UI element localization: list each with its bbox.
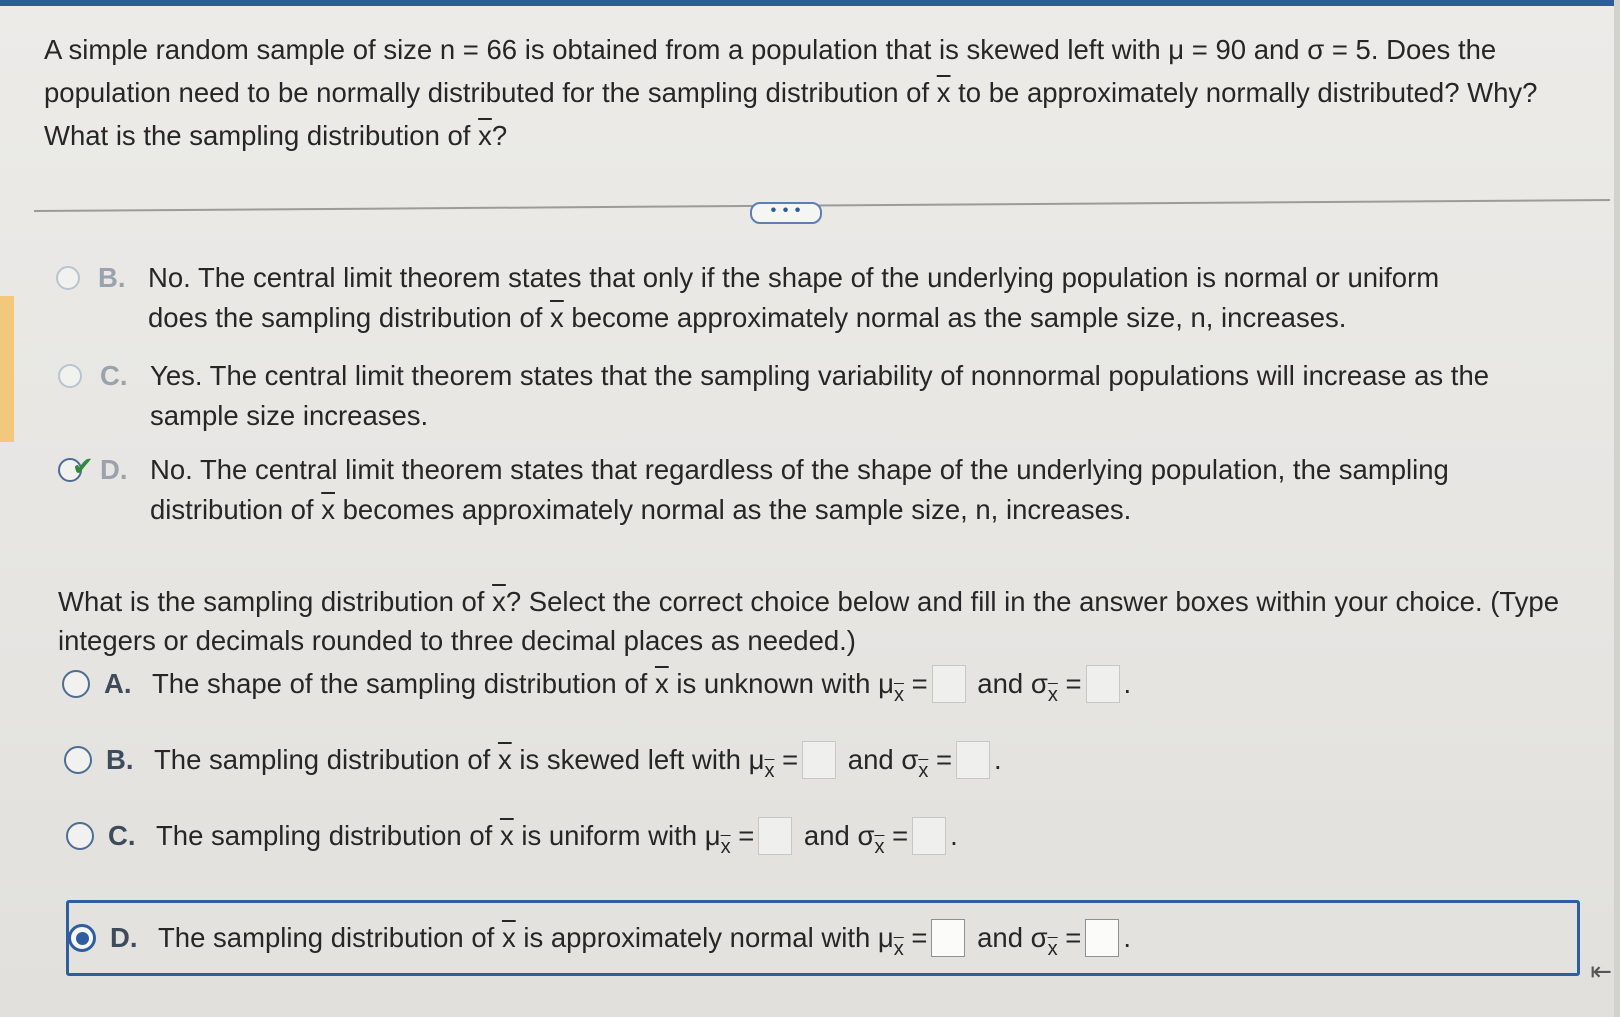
option-text: The sampling distribution of x is approx… <box>158 918 1131 969</box>
sigma-answer-box[interactable] <box>1085 918 1120 957</box>
sigma-answer-box[interactable] <box>912 816 947 855</box>
radio-button[interactable] <box>62 670 90 698</box>
option-text: No. The central limit theorem states tha… <box>148 262 1440 333</box>
radio-button-selected[interactable] <box>68 924 96 952</box>
right-edge <box>1614 0 1620 1017</box>
checkmark-icon: ✔ <box>72 451 94 481</box>
arrow-left-icon[interactable]: ⇤ <box>1590 956 1612 987</box>
option-text: The sampling distribution of x is skewed… <box>154 740 1002 791</box>
option-text: No. The central limit theorem states tha… <box>150 454 1449 525</box>
mu-answer-box[interactable] <box>802 740 837 779</box>
more-button[interactable]: • • • <box>750 202 822 224</box>
top-bar <box>0 0 1620 6</box>
option-text: The shape of the sampling distribution o… <box>152 664 1131 715</box>
radio-button[interactable] <box>58 364 82 388</box>
sigma-answer-box[interactable] <box>956 740 991 779</box>
radio-button[interactable] <box>64 746 92 774</box>
question-text: A simple random sample of size n = 66 is… <box>44 34 1538 151</box>
radio-button[interactable] <box>66 822 94 850</box>
mu-answer-box[interactable] <box>758 816 793 855</box>
radio-button[interactable] <box>56 266 80 290</box>
page: A simple random sample of size n = 66 is… <box>0 0 1620 1017</box>
divider <box>33 198 1610 212</box>
part2-prompt: What is the sampling distribution of x? … <box>58 586 1560 656</box>
mu-answer-box[interactable] <box>931 664 966 703</box>
sigma-answer-box[interactable] <box>1085 664 1120 703</box>
mu-answer-box[interactable] <box>931 918 966 957</box>
option-text: Yes. The central limit theorem states th… <box>150 360 1490 431</box>
left-accent-bar <box>0 296 14 442</box>
option-text: The sampling distribution of x is unifor… <box>156 816 958 867</box>
